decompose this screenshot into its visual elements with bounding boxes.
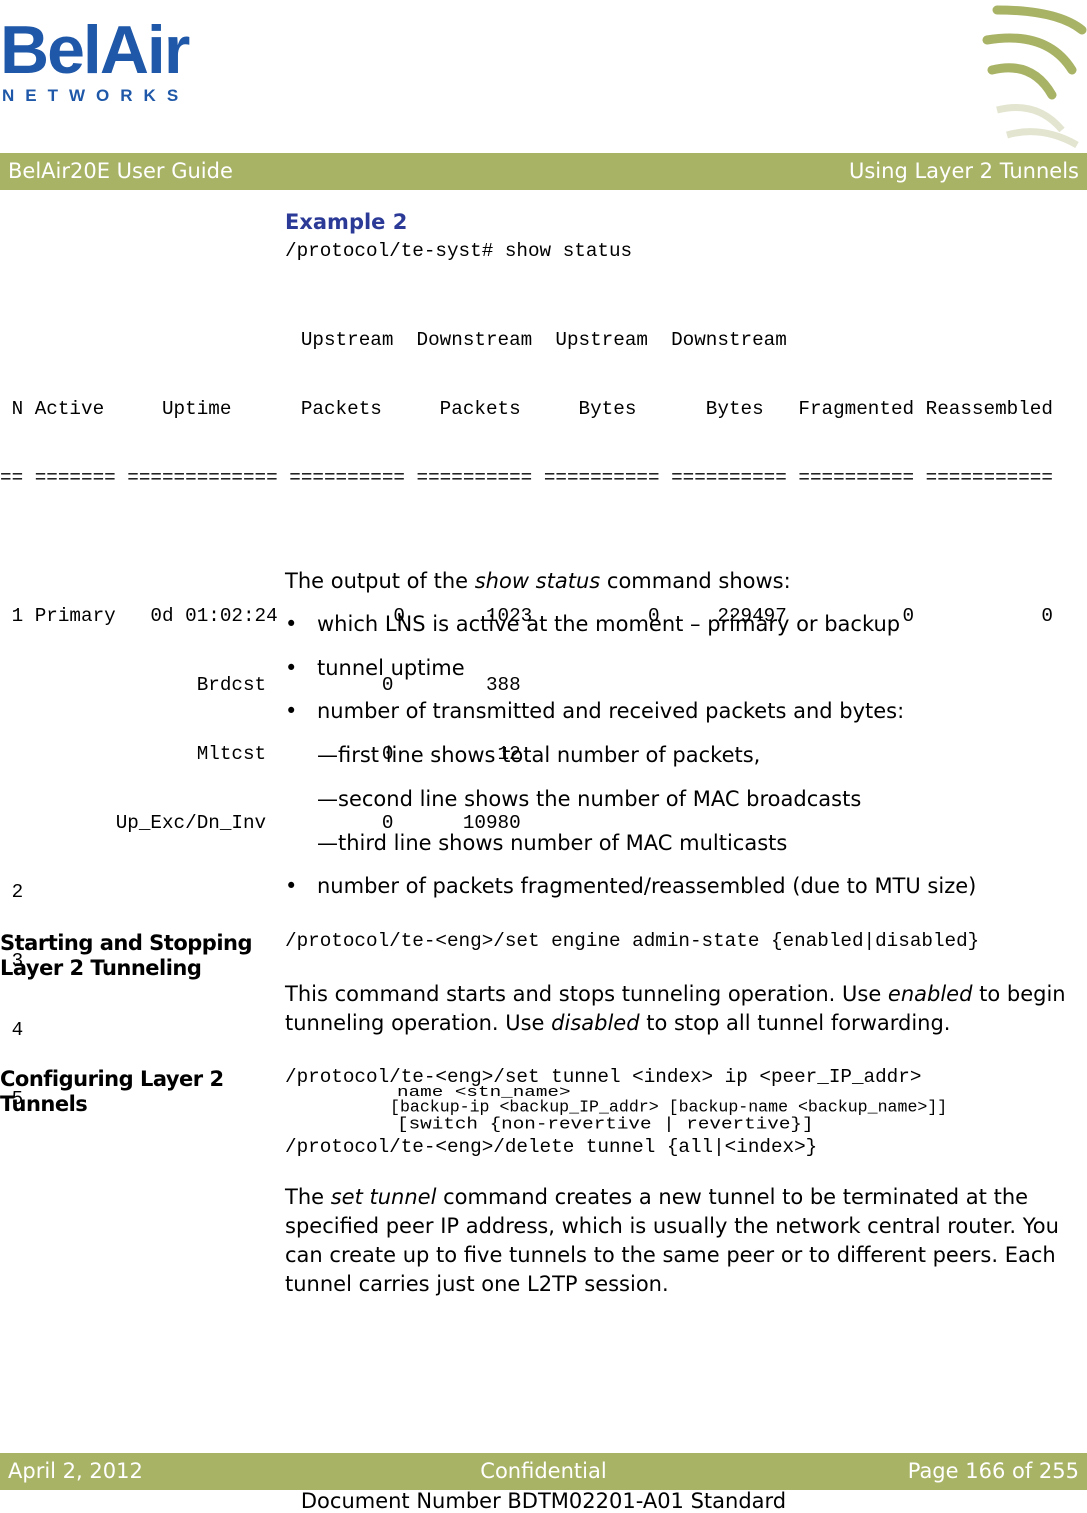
swoosh-graphic-icon xyxy=(982,5,1087,149)
set-tunnel-command-line3: [backup-ip <backup_IP_addr> [backup-name… xyxy=(390,1098,948,1117)
table-row: Brdcst 0 388 xyxy=(0,674,521,696)
set-tunnel-command-line4: [switch {non-revertive | revertive}] xyxy=(397,1115,814,1134)
set-tunnel-command-line1: /protocol/te-<eng>/set tunnel <index> ip… xyxy=(285,1066,922,1088)
bullet-icon: • xyxy=(285,874,298,898)
section-heading-configure: Configuring Layer 2 Tunnels xyxy=(0,1067,224,1116)
bullet-icon: • xyxy=(285,612,298,636)
sub-list-item: —first line shows total number of packet… xyxy=(317,743,761,767)
header-band: BelAir20E User Guide Using Layer 2 Tunne… xyxy=(0,153,1087,190)
chapter-title: Using Layer 2 Tunnels xyxy=(849,159,1079,183)
table-header-line2: N Active Uptime Packets Packets Bytes By… xyxy=(0,398,1053,420)
belair-logo: BelAir NETWORKS xyxy=(0,10,200,110)
output-intro: The output of the show status command sh… xyxy=(285,569,791,593)
bullet-icon: • xyxy=(285,699,298,723)
command-name: show status xyxy=(474,569,601,593)
example-title: Example 2 xyxy=(285,210,408,234)
section-heading-start-stop: Starting and Stopping Layer 2 Tunneling xyxy=(0,931,253,980)
sub-list-item: —second line shows the number of MAC bro… xyxy=(317,787,862,811)
example-command: /protocol/te-syst# show status xyxy=(285,240,633,262)
footer-band: April 2, 2012 Confidential Page 166 of 2… xyxy=(0,1453,1087,1490)
start-stop-command: /protocol/te-<eng>/set engine admin-stat… xyxy=(285,930,980,952)
start-stop-description: This command starts and stops tunneling … xyxy=(285,982,1066,1035)
guide-title: BelAir20E User Guide xyxy=(8,159,233,183)
sub-list-item: —third line shows number of MAC multicas… xyxy=(317,831,788,855)
set-tunnel-description: The set tunnel command creates a new tun… xyxy=(285,1185,1059,1296)
bullet-icon: • xyxy=(285,656,298,680)
delete-tunnel-command: /protocol/te-<eng>/delete tunnel {all|<i… xyxy=(285,1136,818,1158)
table-header-line1: Upstream Downstream Upstream Downstream xyxy=(0,329,787,351)
footer-page-number: Page 166 of 255 xyxy=(907,1459,1079,1483)
document-number: Document Number BDTM02201-A01 Standard xyxy=(300,1489,787,1513)
logo-wordmark: BelAir xyxy=(0,12,190,88)
logo-subtitle: NETWORKS xyxy=(2,86,190,105)
table-separator: == ======= ============= ========== ====… xyxy=(0,467,1053,489)
